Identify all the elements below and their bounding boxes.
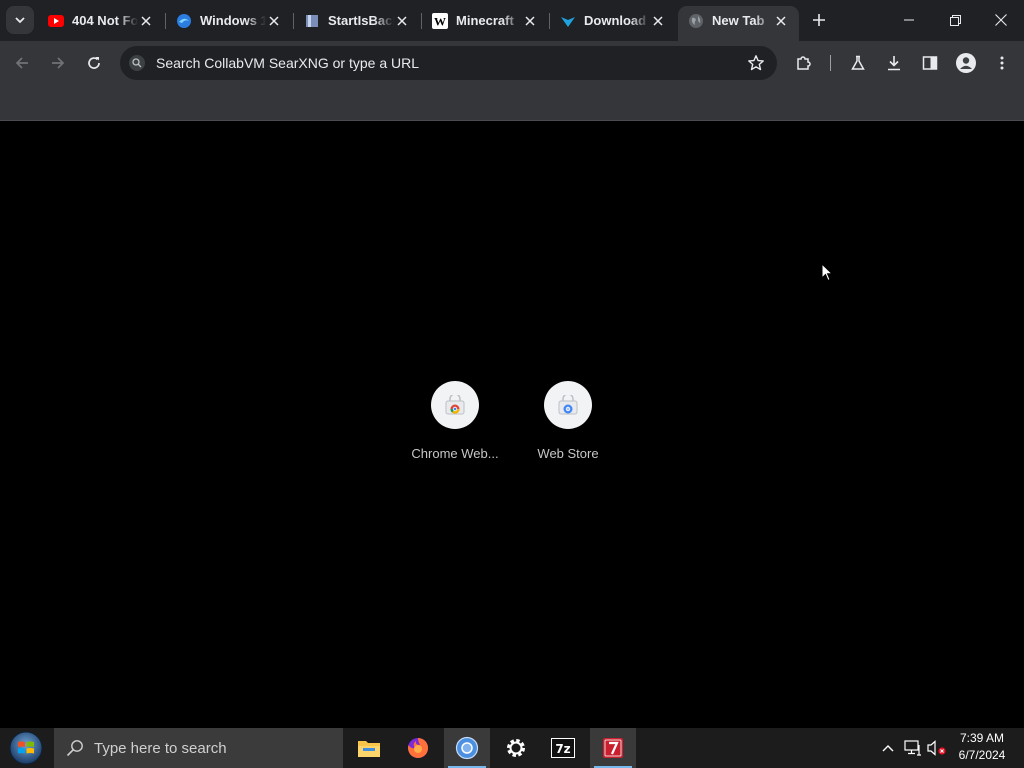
edge-icon [176, 13, 192, 29]
close-tab-icon[interactable] [138, 13, 154, 29]
tab-startisback[interactable]: StartIsBack [294, 6, 420, 35]
file-explorer-icon [358, 741, 380, 757]
avatar-icon [956, 53, 976, 73]
tab-download[interactable]: Download [550, 6, 676, 35]
volume-button[interactable] [926, 728, 948, 768]
restore-icon [949, 14, 961, 26]
search-icon [66, 740, 83, 757]
close-tab-icon[interactable] [266, 13, 282, 29]
minimize-icon [904, 19, 914, 21]
reload-icon [88, 57, 100, 69]
network-icon [904, 740, 921, 756]
tab-search-button[interactable] [6, 6, 34, 34]
globe-icon [688, 13, 704, 29]
taskbar-7zip[interactable]: 7z [540, 728, 586, 768]
plus-icon [813, 14, 825, 26]
chrome-web-store-icon [445, 395, 465, 415]
back-button[interactable] [8, 49, 36, 77]
svg-text:7z: 7z [555, 742, 570, 756]
system-clock[interactable]: 7:39 AM 6/7/2024 [952, 730, 1012, 764]
settings-gear-icon [507, 739, 525, 757]
arrow-right-icon [52, 57, 65, 69]
tray-overflow-button[interactable] [878, 728, 898, 768]
volume-muted-icon [927, 740, 946, 756]
shortcut-web-store[interactable]: Web Store [512, 381, 624, 461]
address-bar[interactable] [120, 46, 777, 80]
taskbar-settings[interactable] [493, 728, 539, 768]
7zip-icon: 7z [551, 738, 575, 758]
taskbar-winrar[interactable] [590, 728, 636, 768]
flask-icon [851, 55, 865, 70]
shortcut-label: Chrome Web... [411, 446, 499, 461]
wikipedia-icon: W [432, 12, 448, 29]
tab-minecraft[interactable]: W Minecraft [422, 6, 548, 35]
minimize-button[interactable] [886, 0, 932, 40]
downloads-button[interactable] [880, 49, 908, 77]
tab-title: Windows 10 [200, 13, 266, 28]
tab-title: 404 Not Found [72, 13, 138, 28]
bookmarks-bar [0, 85, 1024, 121]
forward-button[interactable] [44, 49, 72, 77]
winrar-icon [603, 738, 623, 758]
firefox-icon [408, 737, 429, 758]
reload-button[interactable] [80, 49, 108, 77]
tab-title: Minecraft [456, 13, 514, 28]
tab-title: StartIsBack [328, 13, 394, 28]
bookmark-star-icon[interactable] [747, 54, 765, 72]
extensions-button[interactable] [790, 49, 818, 77]
close-window-button[interactable] [978, 0, 1024, 40]
tab-404-not-found[interactable]: 404 Not Found [38, 6, 164, 35]
close-tab-icon[interactable] [773, 13, 789, 29]
shortcut-label: Web Store [537, 446, 599, 461]
profile-button[interactable] [952, 49, 980, 77]
shortcut-icon-tile [544, 381, 592, 429]
labs-button[interactable] [844, 49, 872, 77]
chevron-down-icon [15, 17, 25, 24]
arrow-left-icon [15, 57, 28, 69]
close-icon [995, 14, 1007, 26]
more-vert-icon [1000, 56, 1004, 70]
download-icon [888, 56, 900, 71]
tab-new-tab[interactable]: New Tab [678, 6, 799, 41]
toolbar-divider [830, 55, 831, 71]
windows-orb-icon [9, 731, 43, 765]
clock-date: 6/7/2024 [958, 748, 1006, 762]
puzzle-piece-icon [797, 56, 811, 70]
address-input[interactable] [156, 46, 736, 80]
taskbar-file-explorer[interactable] [346, 728, 392, 768]
side-panel-button[interactable] [916, 49, 944, 77]
taskbar-firefox[interactable] [395, 728, 441, 768]
start-button[interactable] [0, 728, 52, 768]
taskbar: 7z 7:39 AM 6/7/2024 [0, 728, 1024, 768]
network-status-button[interactable] [902, 728, 924, 768]
tab-strip: 404 Not Found Windows 10 StartIsBack W M… [0, 0, 1024, 41]
chrome-icon [455, 736, 479, 760]
restore-button[interactable] [932, 0, 978, 40]
browser-toolbar [0, 41, 1024, 85]
taskbar-search-box[interactable] [54, 728, 343, 768]
close-tab-icon[interactable] [522, 13, 538, 29]
clock-time: 7:39 AM [959, 731, 1005, 745]
youtube-icon [48, 13, 64, 29]
tab-title: Download [584, 13, 647, 28]
startisback-icon [304, 13, 320, 29]
taskbar-search-input[interactable] [94, 728, 334, 768]
mouse-cursor-icon [821, 263, 833, 282]
web-store-icon [558, 395, 578, 415]
new-tab-button[interactable] [808, 9, 830, 31]
search-engine-icon [129, 55, 145, 71]
taskbar-chrome[interactable] [444, 728, 490, 768]
tab-title: New Tab [712, 13, 765, 28]
menu-button[interactable] [988, 49, 1016, 77]
side-panel-icon [922, 56, 938, 70]
shortcut-icon-tile [431, 381, 479, 429]
download-site-icon [560, 13, 576, 29]
chevron-up-icon [882, 745, 894, 752]
close-tab-icon[interactable] [650, 13, 666, 29]
close-tab-icon[interactable] [394, 13, 410, 29]
tab-windows-10[interactable]: Windows 10 [166, 6, 292, 35]
svg-text:W: W [434, 14, 446, 28]
shortcut-chrome-web-store[interactable]: Chrome Web... [399, 381, 511, 461]
